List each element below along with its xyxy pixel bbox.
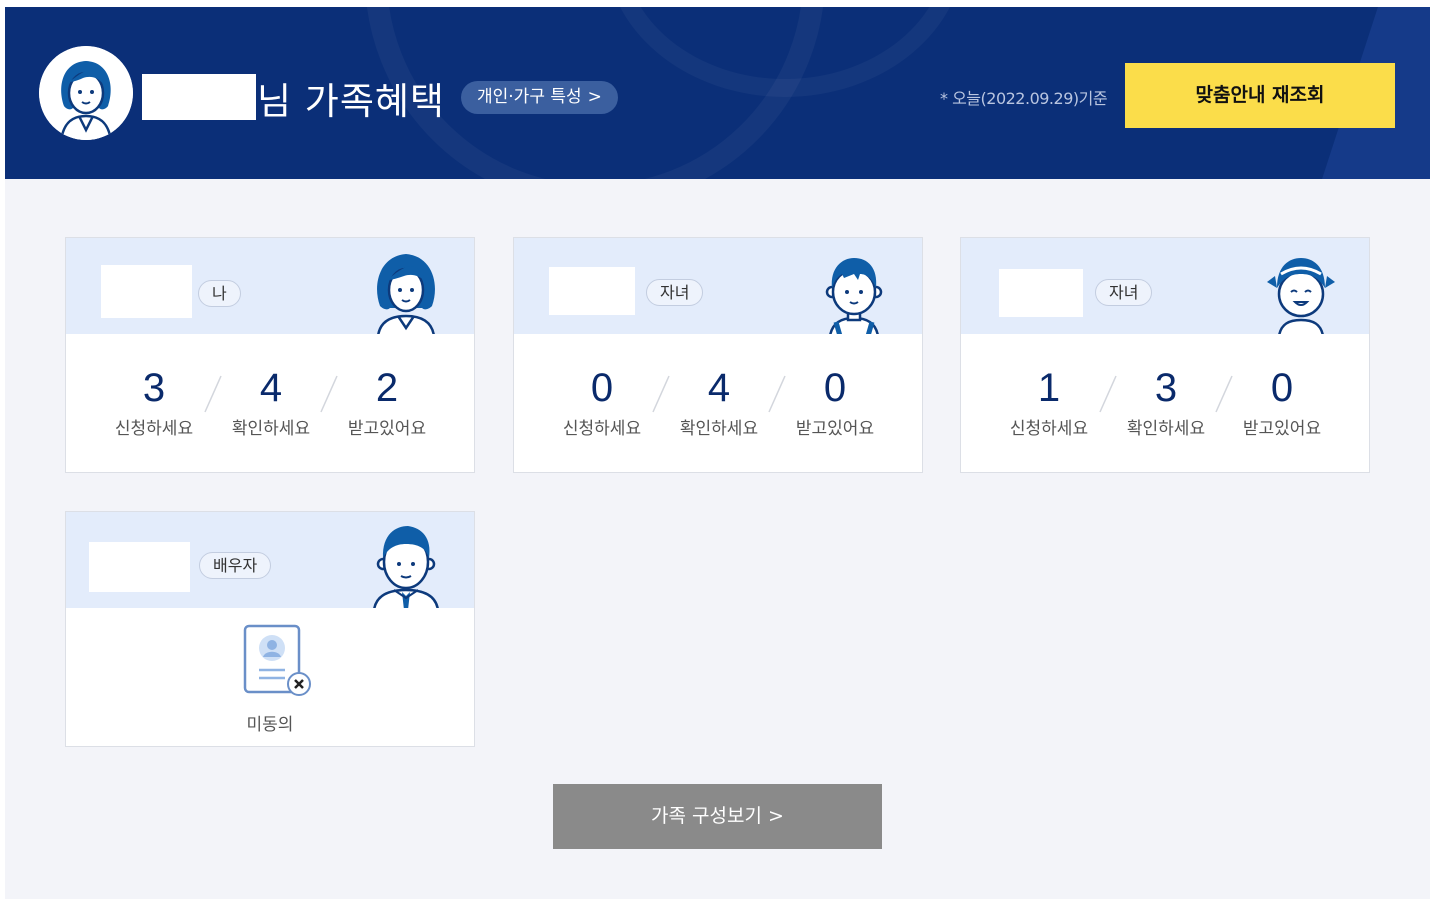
- header-banner: 님 가족혜택 개인·가구 특성 > * 오늘(2022.09.29)기준 맞춤안내…: [5, 7, 1430, 179]
- relation-badge: 자녀: [646, 279, 704, 306]
- relation-badge: 나: [198, 280, 241, 307]
- card-header: 배우자: [66, 512, 474, 608]
- girl-character-icon: [1261, 248, 1341, 334]
- stat-value: 1: [1037, 366, 1061, 410]
- benefit-stats: 1 신청하세요 3 확인하세요 0 받고있어요: [961, 358, 1369, 458]
- check-stat[interactable]: 4 확인하세요: [213, 358, 329, 440]
- member-name-redacted: [89, 542, 190, 592]
- stat-value: 3: [1154, 366, 1178, 410]
- page-title: 님 가족혜택: [257, 80, 445, 123]
- household-characteristics-label: 개인·가구 특성: [477, 87, 582, 107]
- stat-value: 4: [259, 366, 283, 410]
- stat-label: 받고있어요: [795, 419, 875, 439]
- family-member-card-child[interactable]: 자녀 0 신청하세요 4 확인하세요 0 받고있어요: [513, 237, 923, 473]
- family-member-card-spouse[interactable]: 배우자 미동의: [65, 511, 475, 747]
- receiving-stat[interactable]: 2 받고있어요: [329, 358, 445, 440]
- receiving-stat[interactable]: 0 받고있어요: [777, 358, 893, 440]
- stat-label: 확인하세요: [231, 419, 311, 439]
- no-consent-id-card-icon: [243, 624, 311, 696]
- stat-label: 받고있어요: [347, 419, 427, 439]
- relation-badge: 배우자: [199, 552, 272, 579]
- consent-status-label: 미동의: [246, 715, 294, 735]
- view-family-composition-button[interactable]: 가족 구성보기 >: [553, 784, 882, 849]
- chevron-right-icon: >: [587, 87, 602, 107]
- stat-label: 받고있어요: [1242, 419, 1322, 439]
- check-stat[interactable]: 3 확인하세요: [1108, 358, 1224, 440]
- date-note: * 오늘(2022.09.29)기준: [940, 89, 1108, 108]
- card-header: 자녀: [961, 238, 1369, 334]
- household-characteristics-button[interactable]: 개인·가구 특성 >: [461, 81, 618, 114]
- card-header: 자녀: [514, 238, 922, 334]
- stat-label: 신청하세요: [562, 419, 642, 439]
- member-name-redacted: [999, 269, 1083, 317]
- member-name-redacted: [101, 265, 192, 318]
- stat-value: 2: [375, 366, 399, 410]
- card-header: 나: [66, 238, 474, 334]
- stat-value: 0: [590, 366, 614, 410]
- stat-value: 0: [823, 366, 847, 410]
- stat-value: 4: [707, 366, 731, 410]
- apply-stat[interactable]: 3 신청하세요: [96, 358, 212, 440]
- stat-value: 0: [1270, 366, 1294, 410]
- family-member-card-child[interactable]: 자녀 1 신청하세요 3 확인하세요 0 받고있어요: [960, 237, 1370, 473]
- woman-character-icon: [366, 248, 446, 334]
- check-stat[interactable]: 4 확인하세요: [661, 358, 777, 440]
- family-member-card-self[interactable]: 나 3 신청하세요 4 확인하세요 2 받고있어요: [65, 237, 475, 473]
- man-character-icon: [366, 522, 446, 608]
- apply-stat[interactable]: 0 신청하세요: [544, 358, 660, 440]
- relation-badge: 자녀: [1095, 279, 1153, 306]
- apply-stat[interactable]: 1 신청하세요: [991, 358, 1107, 440]
- stat-label: 신청하세요: [1009, 419, 1089, 439]
- stat-label: 확인하세요: [1126, 419, 1206, 439]
- family-benefits-panel: 님 가족혜택 개인·가구 특성 > * 오늘(2022.09.29)기준 맞춤안내…: [5, 7, 1430, 899]
- stat-label: 확인하세요: [679, 419, 759, 439]
- receiving-stat[interactable]: 0 받고있어요: [1224, 358, 1340, 440]
- woman-avatar-icon: [39, 46, 133, 140]
- boy-character-icon: [814, 248, 894, 334]
- stat-label: 신청하세요: [114, 419, 194, 439]
- benefit-stats: 3 신청하세요 4 확인하세요 2 받고있어요: [66, 358, 474, 458]
- member-name-redacted: [549, 267, 635, 315]
- requery-button[interactable]: 맞춤안내 재조회: [1125, 63, 1395, 128]
- benefit-stats: 0 신청하세요 4 확인하세요 0 받고있어요: [514, 358, 922, 458]
- stat-value: 3: [142, 366, 166, 410]
- user-name-redacted: [142, 74, 256, 120]
